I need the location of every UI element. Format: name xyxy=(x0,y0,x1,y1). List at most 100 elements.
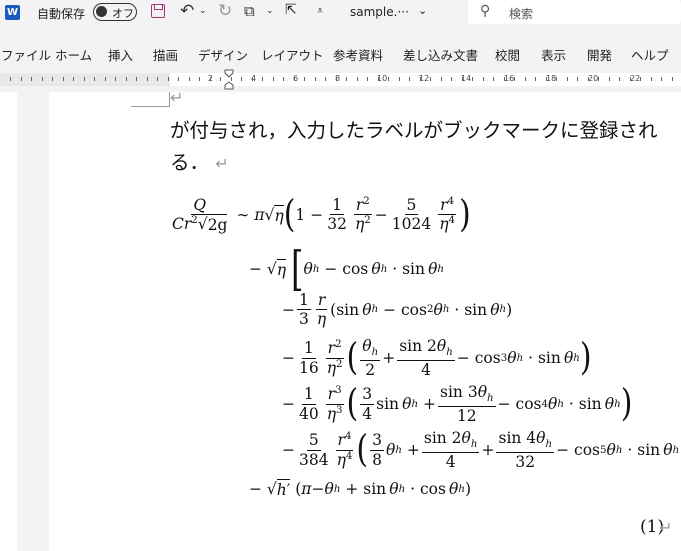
ribbon-tabs: ファイル ホーム 挿入 描画 デザイン レイアウト 参考資料 差し込み文書 校閲… xyxy=(0,35,681,67)
search-input[interactable]: 検索 xyxy=(509,5,533,22)
horizontal-ruler[interactable]: ⌞ 2 4 6 8 10 12 14 16 18 20 22 xyxy=(0,67,681,92)
autosave-toggle[interactable]: オフ xyxy=(93,3,137,21)
search-box[interactable] xyxy=(468,0,681,24)
tab-review[interactable]: 校閲 xyxy=(495,45,520,64)
vertical-ruler[interactable] xyxy=(17,92,49,551)
equation-line: − √ η [ θh − cos θh · sin θh xyxy=(249,241,445,297)
ruler-tick xyxy=(336,77,337,81)
ruler-tick xyxy=(315,77,316,81)
ruler-tick xyxy=(367,77,368,81)
tab-developer[interactable]: 開発 xyxy=(587,45,612,64)
tab-draw[interactable]: 描画 xyxy=(153,45,178,64)
ruler-tick xyxy=(640,77,641,81)
tab-view[interactable]: 表示 xyxy=(541,45,566,64)
file-name[interactable]: sample.··· xyxy=(350,5,409,19)
equation-line: − 1 16 r2 η2 ( θh 2 + sin 2θh 4 − cos 3 θ h · s… xyxy=(282,335,592,380)
body-text-line[interactable]: が付与され，入力したラベルがブックマークに登録され xyxy=(170,114,658,143)
customize-qat-icon[interactable]: ⩡ xyxy=(317,4,323,18)
shape-icon[interactable]: ⧉ xyxy=(244,2,255,20)
ruler-tick xyxy=(136,77,137,81)
ruler-tick xyxy=(619,77,620,81)
indent-marker-icon[interactable] xyxy=(224,69,234,91)
ruler-tick xyxy=(283,77,284,81)
ruler-tick xyxy=(105,77,106,81)
equation-line: Q Cr2√2g ∼ π √ η (1 − 1 32 r2 η2 − 5 1024 r4 η4… xyxy=(172,192,471,237)
ruler-tick xyxy=(577,77,578,81)
equation-line: − 5 384 r4 η4 ( 38 θh + sin 2θh 4 + sin 4θh… xyxy=(282,427,681,472)
ruler-tick xyxy=(273,77,274,81)
tab-file[interactable]: ファイル xyxy=(1,45,51,64)
ruler-tick xyxy=(168,77,169,81)
ruler-tick xyxy=(451,77,452,81)
ruler-tick xyxy=(535,77,536,81)
ruler-tick xyxy=(472,77,473,81)
ruler-tick xyxy=(94,77,95,81)
ruler-tick xyxy=(220,77,221,81)
ruler-tick xyxy=(241,77,242,81)
ruler-tick xyxy=(115,77,116,81)
ruler-tick xyxy=(147,77,148,81)
ruler-tick xyxy=(346,77,347,81)
equation-fraction: Q Cr2√2g xyxy=(172,196,228,234)
tab-references[interactable]: 参考資料 xyxy=(333,45,383,64)
tab-layout[interactable]: レイアウト xyxy=(261,45,324,64)
redo-icon[interactable]: ↻ xyxy=(218,1,232,21)
paragraph-mark-icon: ↵ xyxy=(170,88,184,107)
shape-dropdown-icon[interactable]: ⌄ xyxy=(266,6,274,16)
ruler-tick xyxy=(588,77,589,81)
ruler-tick xyxy=(567,77,568,81)
ruler-tick xyxy=(294,77,295,81)
ruler-tick xyxy=(357,77,358,81)
ruler-tick xyxy=(630,77,631,81)
body-text: が付与され，入力したラベルがブックマークに登録され xyxy=(170,119,658,142)
ruler-tick xyxy=(546,77,547,81)
tab-help[interactable]: ヘルプ xyxy=(631,45,669,64)
tab-mailings[interactable]: 差し込み文書 xyxy=(403,45,478,64)
ruler-tick xyxy=(388,77,389,81)
chevron-down-icon[interactable]: ⌄ xyxy=(418,4,427,17)
ruler-ticks: 2 4 6 8 10 12 14 16 18 20 22 xyxy=(0,73,681,86)
tab-home[interactable]: ホーム xyxy=(55,45,92,64)
ruler-tick xyxy=(514,77,515,81)
ruler-tick xyxy=(493,77,494,81)
tab-design[interactable]: デザイン xyxy=(198,45,248,64)
ruler-tick xyxy=(609,77,610,81)
ruler-tick xyxy=(409,77,410,81)
left-gutter xyxy=(0,92,17,551)
ruler-tick xyxy=(52,77,53,81)
ruler-tick xyxy=(378,77,379,81)
autosave-label: 自動保存 xyxy=(37,7,86,21)
body-text-line[interactable]: る． ↵ xyxy=(170,146,229,175)
undo-icon[interactable]: ↶ xyxy=(180,1,194,21)
ruler-tick xyxy=(252,77,253,81)
ruler-tick xyxy=(504,77,505,81)
tab-insert[interactable]: 挿入 xyxy=(108,45,133,64)
ruler-tick xyxy=(21,77,22,81)
paragraph-mark-icon: ↵ xyxy=(215,154,229,173)
ruler-tick xyxy=(661,77,662,81)
ruler-label: 22 xyxy=(630,74,641,83)
ruler-tick xyxy=(157,77,158,81)
ruler-label: 18 xyxy=(546,74,557,83)
ruler-tick xyxy=(556,77,557,81)
ruler-label: 16 xyxy=(504,74,515,83)
pointer-icon[interactable]: ⇱ xyxy=(285,2,297,18)
ruler-tick xyxy=(199,77,200,81)
ruler-tick xyxy=(189,77,190,81)
ruler-tick xyxy=(420,77,421,81)
ruler-tick xyxy=(84,77,85,81)
body-text: る． xyxy=(170,151,210,174)
ruler-tick xyxy=(399,77,400,81)
save-icon[interactable] xyxy=(151,4,165,18)
ruler-tick xyxy=(325,77,326,81)
ruler-tick xyxy=(672,77,673,81)
ruler-tick xyxy=(178,77,179,81)
ruler-tick xyxy=(441,77,442,81)
paragraph-mark-icon: ↵ xyxy=(659,518,673,537)
ruler-tick xyxy=(262,77,263,81)
ruler-tick xyxy=(63,77,64,81)
ruler-tick xyxy=(126,77,127,81)
ruler-tick xyxy=(462,77,463,81)
undo-dropdown-icon[interactable]: ⌄ xyxy=(199,6,207,16)
equation-line: − √ h′ (π − θh + sin θh · cos θ h) xyxy=(249,479,472,499)
